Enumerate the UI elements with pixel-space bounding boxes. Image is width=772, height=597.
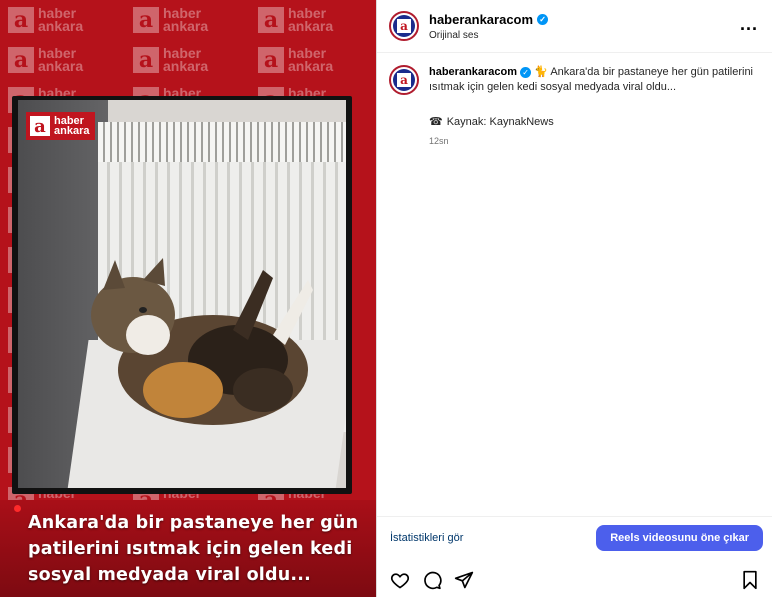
watermark-line2: ankara (38, 58, 84, 74)
watermark-logo-icon: a (8, 47, 34, 73)
instagram-reel-view: a haber ankara a haber ankara a haber ankara a hab… (0, 0, 772, 597)
bookmark-icon[interactable] (739, 569, 761, 591)
post-caption-block: a haberankaracom ✓ 🐈 Ankara'da bir pasta… (377, 53, 772, 146)
cat-image (91, 258, 313, 425)
boost-reel-button[interactable]: Reels videosunu öne çıkar (596, 524, 763, 551)
post-header: a haberankaracom ✓ Orijinal ses ... (377, 0, 772, 53)
video-caption: Ankara'da bir pastaneye her gün patileri… (28, 513, 359, 585)
haber-ankara-logo: a haber ankara (26, 112, 96, 140)
watermark-line2: ankara (163, 58, 209, 74)
comment-icon[interactable] (421, 569, 443, 591)
header-username-row: haberankaracom ✓ (429, 12, 549, 27)
verified-badge-icon: ✓ (537, 13, 549, 25)
watermark-text: haberankara (38, 46, 84, 74)
watermark-tile: ahaberankara (0, 0, 125, 40)
view-insights-link[interactable]: İstatistikleri gör (390, 532, 463, 544)
post-details-panel: a haberankaracom ✓ Orijinal ses ... a ha… (376, 0, 772, 597)
watermark-logo-icon: a (133, 47, 159, 73)
avatar[interactable]: a (389, 11, 419, 41)
watermark-text: haberankara (288, 46, 334, 74)
logo-letter: a (30, 116, 50, 137)
avatar-letter: a (397, 19, 411, 33)
share-icon[interactable] (453, 569, 475, 591)
caption-verified-badge-icon: ✓ (520, 67, 532, 78)
watermark-tile: ahaberankara (125, 0, 250, 40)
watermark-line2: ankara (288, 58, 334, 74)
watermark-logo-icon: a (258, 47, 284, 73)
watermark-tile: ahaberankara (125, 40, 250, 80)
cat-emoji-icon: 🐈 (534, 66, 548, 78)
watermark-tile: ahaberankara (0, 40, 125, 80)
source-text: Kaynak: KaynakNews (446, 115, 554, 128)
watermark-logo-icon: a (258, 7, 284, 33)
caption-username[interactable]: haberankaracom (429, 66, 517, 78)
watermark-line2: ankara (288, 18, 334, 34)
avatar-logo: a (393, 15, 415, 37)
post-body: haberankaracom ✓ 🐈 Ankara'da bir pastane… (429, 65, 760, 146)
audio-label[interactable]: Orijinal ses (429, 30, 548, 41)
radiator-grille (98, 122, 346, 162)
watermark-logo-icon: a (133, 7, 159, 33)
reel-media[interactable]: a haber ankara a haber ankara a haber ankara a hab… (0, 0, 376, 597)
heart-icon[interactable] (389, 569, 411, 591)
post-timestamp: 12sn (429, 136, 449, 146)
watermark-line2: ankara (38, 18, 84, 34)
progress-dot (14, 505, 21, 512)
watermark-text: haberankara (163, 6, 209, 34)
watermark-line2: ankara (163, 18, 209, 34)
caption-avatar-logo: a (393, 69, 415, 91)
header-text: haberankaracom ✓ Orijinal ses (429, 12, 549, 41)
watermark-text: haberankara (163, 46, 209, 74)
logo-line2: ankara (54, 125, 90, 137)
video-player[interactable]: a haber ankara (12, 96, 352, 494)
source-line: ☎ Kaynak: KaynakNews (429, 115, 760, 129)
post-text: haberankaracom ✓ 🐈 Ankara'da bir pastane… (429, 65, 760, 95)
video-frame-content (18, 100, 346, 488)
watermark-text: haberankara (288, 6, 334, 34)
watermark-text: haberankara (38, 6, 84, 34)
watermark-tile: ahaberankara (250, 40, 375, 80)
header-username[interactable]: haberankaracom (429, 12, 533, 27)
engagement-icons (377, 564, 772, 596)
caption-avatar[interactable]: a (389, 65, 419, 95)
logo-text: haber ankara (54, 116, 90, 137)
caption-avatar-letter: a (397, 73, 411, 87)
telephone-icon: ☎ (429, 116, 443, 128)
watermark-tile: ahaberankara (250, 0, 375, 40)
more-options-icon[interactable]: ... (740, 14, 758, 35)
actions-bar: İstatistikleri gör Reels videosunu öne ç… (377, 516, 772, 558)
watermark-logo-icon: a (8, 7, 34, 33)
